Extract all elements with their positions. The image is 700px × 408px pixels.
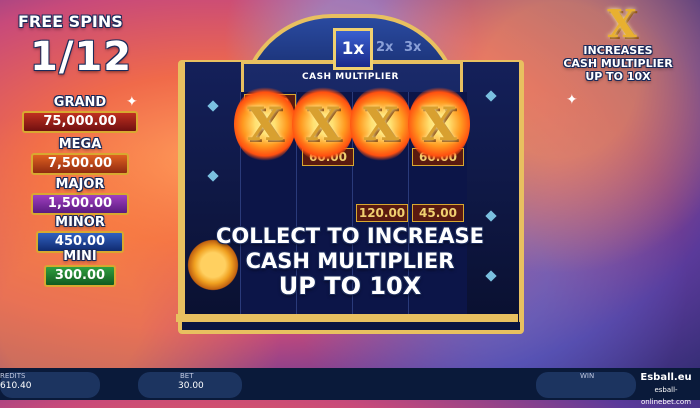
jackpot-major-name: MAJOR (55, 177, 105, 192)
info-line2: CASH MULTIPLIER (563, 57, 673, 70)
x-symbol-icon: X (607, 1, 637, 46)
sparkle-icon: ✦ (566, 92, 578, 108)
jackpot-mini-name: MINI (63, 249, 97, 264)
credits-value: 610.40 (0, 381, 32, 391)
watermark-logo: Esball.eu esball-onlinebet.com (636, 372, 696, 408)
free-spins-label: FREE SPINS (18, 12, 123, 31)
jackpot-mega: MEGA 7,500.00 (22, 138, 138, 175)
watermark-url: esball-onlinebet.com (640, 386, 692, 406)
collect-message-line3: UP TO 10X (278, 272, 422, 300)
jackpot-mini: MINI 300.00 (22, 250, 138, 287)
x-collect-symbol: X (350, 86, 412, 162)
jackpot-minor: MINOR 450.00 (22, 216, 138, 253)
diamond-icon (485, 90, 497, 102)
jackpot-grand-value: 75,000.00 (22, 111, 138, 133)
collect-message-line1: COLLECT TO INCREASE (216, 224, 484, 248)
cash-cell: 45.00 (412, 204, 464, 222)
jackpot-mega-name: MEGA (58, 137, 102, 152)
credits-label: REDITS (0, 372, 26, 380)
multiplier-caption: CASH MULTIPLIER (302, 72, 399, 82)
info-text: INCREASES CASH MULTIPLIER UP TO 10X (536, 44, 700, 83)
x-collect-symbol: X (234, 86, 296, 162)
info-line3: UP TO 10X (585, 70, 651, 83)
jackpot-major: MAJOR 1,500.00 (22, 178, 138, 215)
collect-message: COLLECT TO INCREASE CASH MULTIPLIER UP T… (180, 224, 520, 299)
jackpot-mega-value: 7,500.00 (31, 153, 129, 175)
bet-value: 30.00 (178, 381, 204, 391)
jackpot-grand: GRAND 75,000.00 (22, 96, 138, 133)
x-collect-symbol: X (408, 86, 470, 162)
diamond-icon (207, 100, 219, 112)
multiplier-current: 1x (333, 28, 373, 70)
jackpot-minor-name: MINOR (55, 215, 105, 230)
jackpot-mini-value: 300.00 (44, 265, 116, 287)
jackpot-grand-name: GRAND (53, 95, 107, 110)
info-line1: INCREASES (583, 44, 653, 57)
collect-message-line2: CASH MULTIPLIER (245, 249, 455, 273)
multiplier-next-2x: 2x (376, 40, 394, 55)
diamond-icon (485, 210, 497, 222)
sparkle-icon: ✦ (126, 94, 138, 110)
win-label: WIN (580, 372, 595, 380)
watermark-brand: Esball.eu (640, 372, 692, 383)
jackpot-major-value: 1,500.00 (31, 193, 129, 215)
bet-label: BET (180, 372, 194, 380)
free-spins-counter: 1/12 (30, 34, 133, 80)
multiplier-next-3x: 3x (404, 40, 422, 55)
x-collect-symbol: X (292, 86, 354, 162)
diamond-icon (207, 170, 219, 182)
reel-frame-base (176, 314, 518, 322)
cash-cell: 120.00 (356, 204, 408, 222)
